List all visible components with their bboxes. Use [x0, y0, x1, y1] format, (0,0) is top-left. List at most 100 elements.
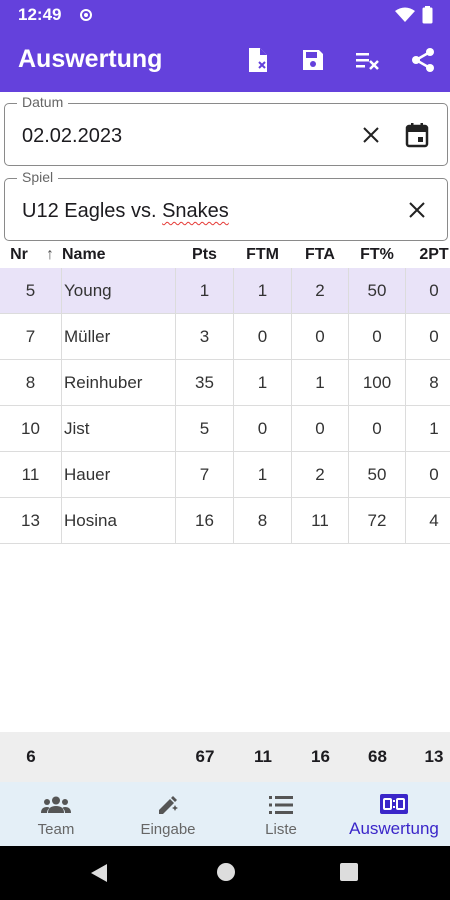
table-header: Nr ↑ Name Pts FTM FTA FT% 2PT: [0, 243, 450, 267]
table-row[interactable]: 5 Young 1 1 2 50 0: [0, 268, 450, 314]
cell-ftm: 0: [234, 314, 292, 359]
game-field-label: Spiel: [17, 169, 59, 185]
column-header-fta[interactable]: FTA: [292, 243, 348, 267]
nav-item-eingabe[interactable]: Eingabe: [112, 782, 224, 846]
cell-ftm: 0: [234, 406, 292, 451]
sort-ascending-icon: ↑: [46, 246, 54, 263]
cell-ft-percent: 50: [349, 268, 406, 313]
cell-name: Jist: [62, 406, 176, 451]
totals-row: 6 67 11 16 68 13: [0, 732, 450, 782]
share-button[interactable]: [408, 45, 438, 75]
cell-ftm: 1: [234, 268, 292, 313]
scoreboard-icon: [380, 794, 408, 814]
cell-pts: 16: [176, 498, 234, 543]
cell-pts: 3: [176, 314, 234, 359]
stats-table: 5 Young 1 1 2 50 0 7 Müller 3 0 0 0 0 8 …: [0, 268, 450, 544]
cell-2pt: 1: [429, 419, 439, 438]
game-field[interactable]: Spiel U12 Eagles vs. Snakes: [4, 169, 448, 241]
table-row[interactable]: 11 Hauer 7 1 2 50 0: [0, 452, 450, 498]
total-nr: 6: [26, 747, 36, 766]
cell-2pt: 0: [429, 327, 439, 346]
cell-pts: 1: [176, 268, 234, 313]
clear-list-icon: [356, 53, 379, 70]
cell-2pt: 8: [429, 373, 439, 392]
cell-fta: 2: [292, 452, 349, 497]
column-header-ft-percent[interactable]: FT%: [349, 243, 405, 267]
nav-item-auswertung[interactable]: Auswertung: [338, 782, 450, 846]
share-icon: [412, 48, 434, 72]
cell-fta: 0: [292, 314, 349, 359]
total-ftm: 11: [254, 747, 272, 766]
cell-name: Müller: [62, 314, 176, 359]
date-value: 02.02.2023: [22, 125, 123, 147]
nav-label-team: Team: [37, 821, 75, 838]
team-icon: [41, 796, 71, 813]
cell-fta: 1: [292, 360, 349, 405]
cell-nr: 7: [0, 314, 62, 359]
cell-ft-percent: 0: [349, 406, 406, 451]
cell-ftm: 8: [234, 498, 292, 543]
total-2pt: 13: [424, 747, 444, 766]
clear-list-button[interactable]: [353, 45, 383, 75]
cell-name: Hauer: [62, 452, 176, 497]
nav-label-liste: Liste: [265, 821, 297, 838]
nav-item-liste[interactable]: Liste: [225, 782, 337, 846]
cell-pts: 5: [176, 406, 234, 451]
save-icon: [303, 50, 323, 70]
app-header: 12:49 Auswertung: [0, 0, 450, 92]
back-icon[interactable]: [90, 863, 108, 883]
calendar-icon: [405, 123, 429, 148]
cell-ft-percent: 50: [349, 452, 406, 497]
date-field-label: Datum: [17, 94, 69, 110]
cell-fta: 11: [292, 498, 349, 543]
column-header-pts[interactable]: Pts: [176, 243, 233, 267]
nav-item-team[interactable]: Team: [0, 782, 112, 846]
column-header-nr[interactable]: Nr: [0, 243, 38, 267]
table-row[interactable]: 10 Jist 5 0 0 0 1: [0, 406, 450, 452]
table-row[interactable]: 7 Müller 3 0 0 0 0: [0, 314, 450, 360]
battery-icon: [422, 6, 433, 24]
cell-fta: 0: [292, 406, 349, 451]
home-icon[interactable]: [216, 862, 236, 882]
cell-2pt: 0: [429, 281, 439, 300]
close-icon: [409, 202, 425, 218]
cell-nr: 11: [0, 452, 62, 497]
clear-game-button[interactable]: [402, 195, 432, 225]
clear-date-button[interactable]: [356, 120, 386, 150]
status-time: 12:49: [18, 5, 62, 24]
pdf-export-icon: [249, 48, 267, 72]
pdf-export-button[interactable]: [243, 45, 273, 75]
cell-ft-percent: 72: [349, 498, 406, 543]
table-row[interactable]: 13 Hosina 16 8 11 72 4: [0, 498, 450, 544]
nav-label-eingabe: Eingabe: [140, 821, 196, 838]
game-value-text: U12 Eagles vs.: [22, 200, 163, 222]
cell-nr: 8: [0, 360, 62, 405]
column-header-ftm[interactable]: FTM: [234, 243, 291, 267]
cell-name: Hosina: [62, 498, 176, 543]
status-bar: 12:49: [0, 0, 450, 30]
column-header-name[interactable]: Name: [62, 243, 175, 267]
page-title: Auswertung: [18, 45, 163, 73]
notification-icon: [80, 9, 92, 21]
total-pts: 67: [195, 747, 215, 766]
cell-pts: 7: [176, 452, 234, 497]
cell-ft-percent: 100: [349, 360, 406, 405]
date-field[interactable]: Datum 02.02.2023: [4, 94, 448, 166]
cell-name: Reinhuber: [62, 360, 176, 405]
cell-ft-percent: 0: [349, 314, 406, 359]
cell-nr: 10: [0, 406, 62, 451]
table-row[interactable]: 8 Reinhuber 35 1 1 100 8: [0, 360, 450, 406]
list-icon: [269, 796, 293, 814]
close-icon: [363, 127, 379, 143]
system-navigation-bar: [0, 846, 450, 900]
recents-icon[interactable]: [340, 863, 358, 881]
cell-nr: 13: [0, 498, 62, 543]
bottom-navigation: Team Eingabe Liste Auswertung: [0, 782, 450, 846]
nav-label-auswertung: Auswertung: [349, 819, 439, 838]
calendar-button[interactable]: [402, 120, 432, 150]
save-button[interactable]: [298, 45, 328, 75]
column-header-2pt[interactable]: 2PT: [406, 243, 450, 267]
game-value-flagged-word: Snakes: [162, 200, 229, 222]
wifi-icon: [395, 7, 415, 22]
total-ft-percent: 68: [368, 747, 387, 766]
